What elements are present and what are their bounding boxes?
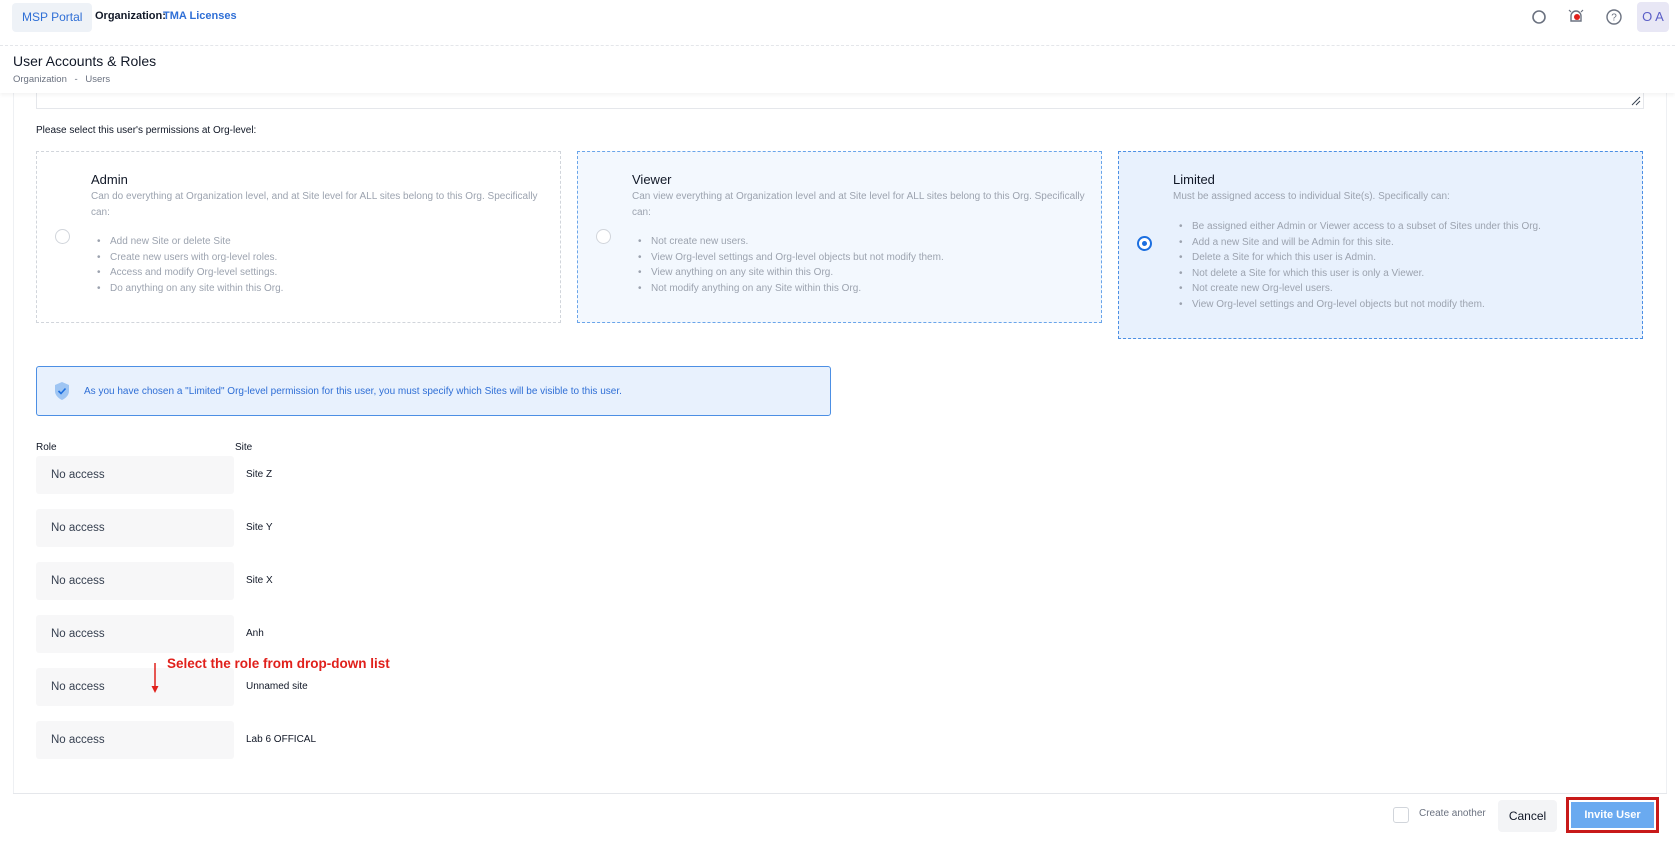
column-header-role: Role — [36, 442, 57, 453]
role-dropdown[interactable]: No access — [36, 668, 234, 706]
list-item: View anything on any site within this Or… — [632, 265, 944, 281]
notes-textarea[interactable] — [36, 93, 1644, 109]
invite-button-highlight: Invite User — [1566, 797, 1659, 833]
instruction-annotation: Select the role from drop-down list — [167, 656, 390, 671]
notice-text: As you have chosen a "Limited" Org-level… — [84, 386, 622, 397]
form-footer: Create another Cancel Invite User — [13, 793, 1667, 838]
cancel-button[interactable]: Cancel — [1498, 800, 1557, 832]
help-icon[interactable]: ? — [1605, 8, 1623, 26]
svg-text:?: ? — [1611, 13, 1617, 24]
permission-description: Can view everything at Organization leve… — [632, 191, 1085, 218]
invite-user-form: Please select this user's permissions at… — [13, 93, 1667, 838]
limited-radio[interactable] — [1137, 236, 1152, 251]
viewer-radio[interactable] — [596, 229, 611, 244]
role-dropdown[interactable]: No access — [36, 456, 234, 494]
shield-check-icon — [55, 382, 69, 400]
resize-handle-icon[interactable] — [1631, 96, 1641, 106]
invite-user-button[interactable]: Invite User — [1571, 802, 1654, 828]
site-name: Site Y — [246, 522, 273, 533]
breadcrumb-users[interactable]: Users — [85, 74, 110, 85]
limited-permission-notice: As you have chosen a "Limited" Org-level… — [36, 366, 831, 416]
permission-list: Be assigned either Admin or Viewer acces… — [1173, 219, 1541, 312]
site-name: Anh — [246, 628, 264, 639]
permission-list: Add new Site or delete Site Create new u… — [91, 234, 283, 296]
list-item: Be assigned either Admin or Viewer acces… — [1173, 219, 1541, 235]
site-name: Site X — [246, 575, 273, 586]
permission-option-admin[interactable]: Admin Can do everything at Organization … — [36, 151, 561, 323]
permission-prompt: Please select this user's permissions at… — [36, 125, 257, 136]
site-name: Site Z — [246, 469, 273, 480]
list-item: Delete a Site for which this user is Adm… — [1173, 250, 1541, 266]
list-item: Not delete a Site for which this user is… — [1173, 266, 1541, 282]
permission-option-viewer[interactable]: Viewer Can view everything at Organizati… — [577, 151, 1102, 323]
list-item: View Org-level settings and Org-level ob… — [632, 250, 944, 266]
list-item: Not create new users. — [632, 234, 944, 250]
site-name: Unnamed site — [246, 681, 308, 692]
permission-title: Limited — [1173, 172, 1215, 187]
list-item: Add new Site or delete Site — [91, 234, 283, 250]
alarm-icon[interactable] — [1567, 8, 1585, 26]
list-item: Access and modify Org-level settings. — [91, 265, 283, 281]
permission-list: Not create new users. View Org-level set… — [632, 234, 944, 296]
list-item: Not create new Org-level users. — [1173, 281, 1541, 297]
role-dropdown[interactable]: No access — [36, 509, 234, 547]
permission-title: Viewer — [632, 172, 672, 187]
create-another-label[interactable]: Create another — [1419, 808, 1486, 819]
column-header-site: Site — [235, 442, 253, 453]
organization-label: Organization: — [95, 10, 166, 22]
page-title: User Accounts & Roles — [13, 53, 157, 69]
page-header: User Accounts & Roles Organization - Use… — [0, 46, 1675, 93]
site-name: Lab 6 OFFICAL — [246, 734, 317, 745]
permission-description: Must be assigned access to individual Si… — [1173, 191, 1450, 202]
role-dropdown[interactable]: No access — [36, 562, 234, 600]
permission-option-limited[interactable]: Limited Must be assigned access to indiv… — [1118, 151, 1643, 339]
admin-radio[interactable] — [55, 229, 70, 244]
permission-title: Admin — [91, 172, 128, 187]
top-bar: MSP Portal Organization: TMA Licenses ? … — [0, 0, 1675, 46]
user-avatar[interactable]: O A — [1637, 2, 1669, 32]
list-item: Create new users with org-level roles. — [91, 250, 283, 266]
arrow-down-icon — [151, 663, 159, 693]
list-item: Not modify anything on any Site within t… — [632, 281, 944, 297]
list-item: Do anything on any site within this Org. — [91, 281, 283, 297]
breadcrumb: Organization - Users — [13, 74, 115, 85]
breadcrumb-organization[interactable]: Organization — [13, 74, 67, 85]
breadcrumb-separator: - — [74, 74, 78, 85]
role-dropdown[interactable]: No access — [36, 721, 234, 759]
role-dropdown[interactable]: No access — [36, 615, 234, 653]
list-item: Add a new Site and will be Admin for thi… — [1173, 235, 1541, 251]
permission-description: Can do everything at Organization level,… — [91, 191, 538, 218]
list-item: View Org-level settings and Org-level ob… — [1173, 297, 1541, 313]
organization-name-link[interactable]: TMA Licenses — [163, 10, 237, 22]
msp-portal-button[interactable]: MSP Portal — [12, 3, 93, 32]
search-icon[interactable] — [1530, 8, 1548, 26]
create-another-checkbox[interactable] — [1393, 807, 1409, 823]
